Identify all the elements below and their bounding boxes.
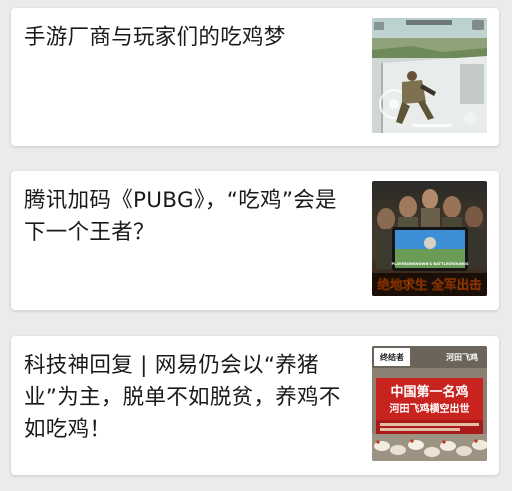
news-card-title[interactable]: 科技神回复 | 网易仍会以“养猪业”为主，脱单不如脱贫，养鸡不如吃鸡！ — [24, 350, 354, 446]
game-soldier-thumbnail-image — [372, 18, 487, 133]
banner-subheadline: 河田飞鸡横空出世 — [390, 402, 470, 415]
news-card-thumbnail[interactable]: 终结者 河田飞鸡 中国第一名鸡 河田飞鸡横空出世 — [372, 346, 487, 461]
poster-caption: 绝地求生 全军出击 — [377, 277, 481, 292]
banner-top-left-text: 终结者 — [379, 352, 404, 362]
news-card-thumbnail[interactable] — [372, 18, 487, 133]
banner-headline: 中国第一名鸡 — [390, 384, 468, 400]
news-feed: 手游厂商与玩家们的吃鸡梦 腾讯加码《PUBG》，“吃鸡”会是下一个王者？ PLA… — [0, 0, 512, 491]
news-card-thumbnail[interactable]: PLAYERUNKNOWN'S BATTLEGROUNDS 绝地求生 全军出击 — [372, 181, 487, 296]
poster-screen-text: PLAYERUNKNOWN'S BATTLEGROUNDS — [391, 262, 469, 266]
news-card-title[interactable]: 手游厂商与玩家们的吃鸡梦 — [24, 22, 354, 54]
news-card-title[interactable]: 腾讯加码《PUBG》，“吃鸡”会是下一个王者？ — [24, 185, 354, 249]
news-card[interactable]: 腾讯加码《PUBG》，“吃鸡”会是下一个王者？ PLAYERUNKNOWN'S … — [11, 171, 499, 310]
news-card[interactable]: 科技神回复 | 网易仍会以“养猪业”为主，脱单不如脱贫，养鸡不如吃鸡！ 终结者 … — [11, 336, 499, 475]
news-banner-thumbnail-image: 终结者 河田飞鸡 中国第一名鸡 河田飞鸡横空出世 — [372, 346, 487, 461]
banner-top-right-text: 河田飞鸡 — [446, 352, 478, 362]
pubg-poster-thumbnail-image: PLAYERUNKNOWN'S BATTLEGROUNDS 绝地求生 全军出击 — [372, 181, 487, 296]
news-card[interactable]: 手游厂商与玩家们的吃鸡梦 — [11, 8, 499, 146]
